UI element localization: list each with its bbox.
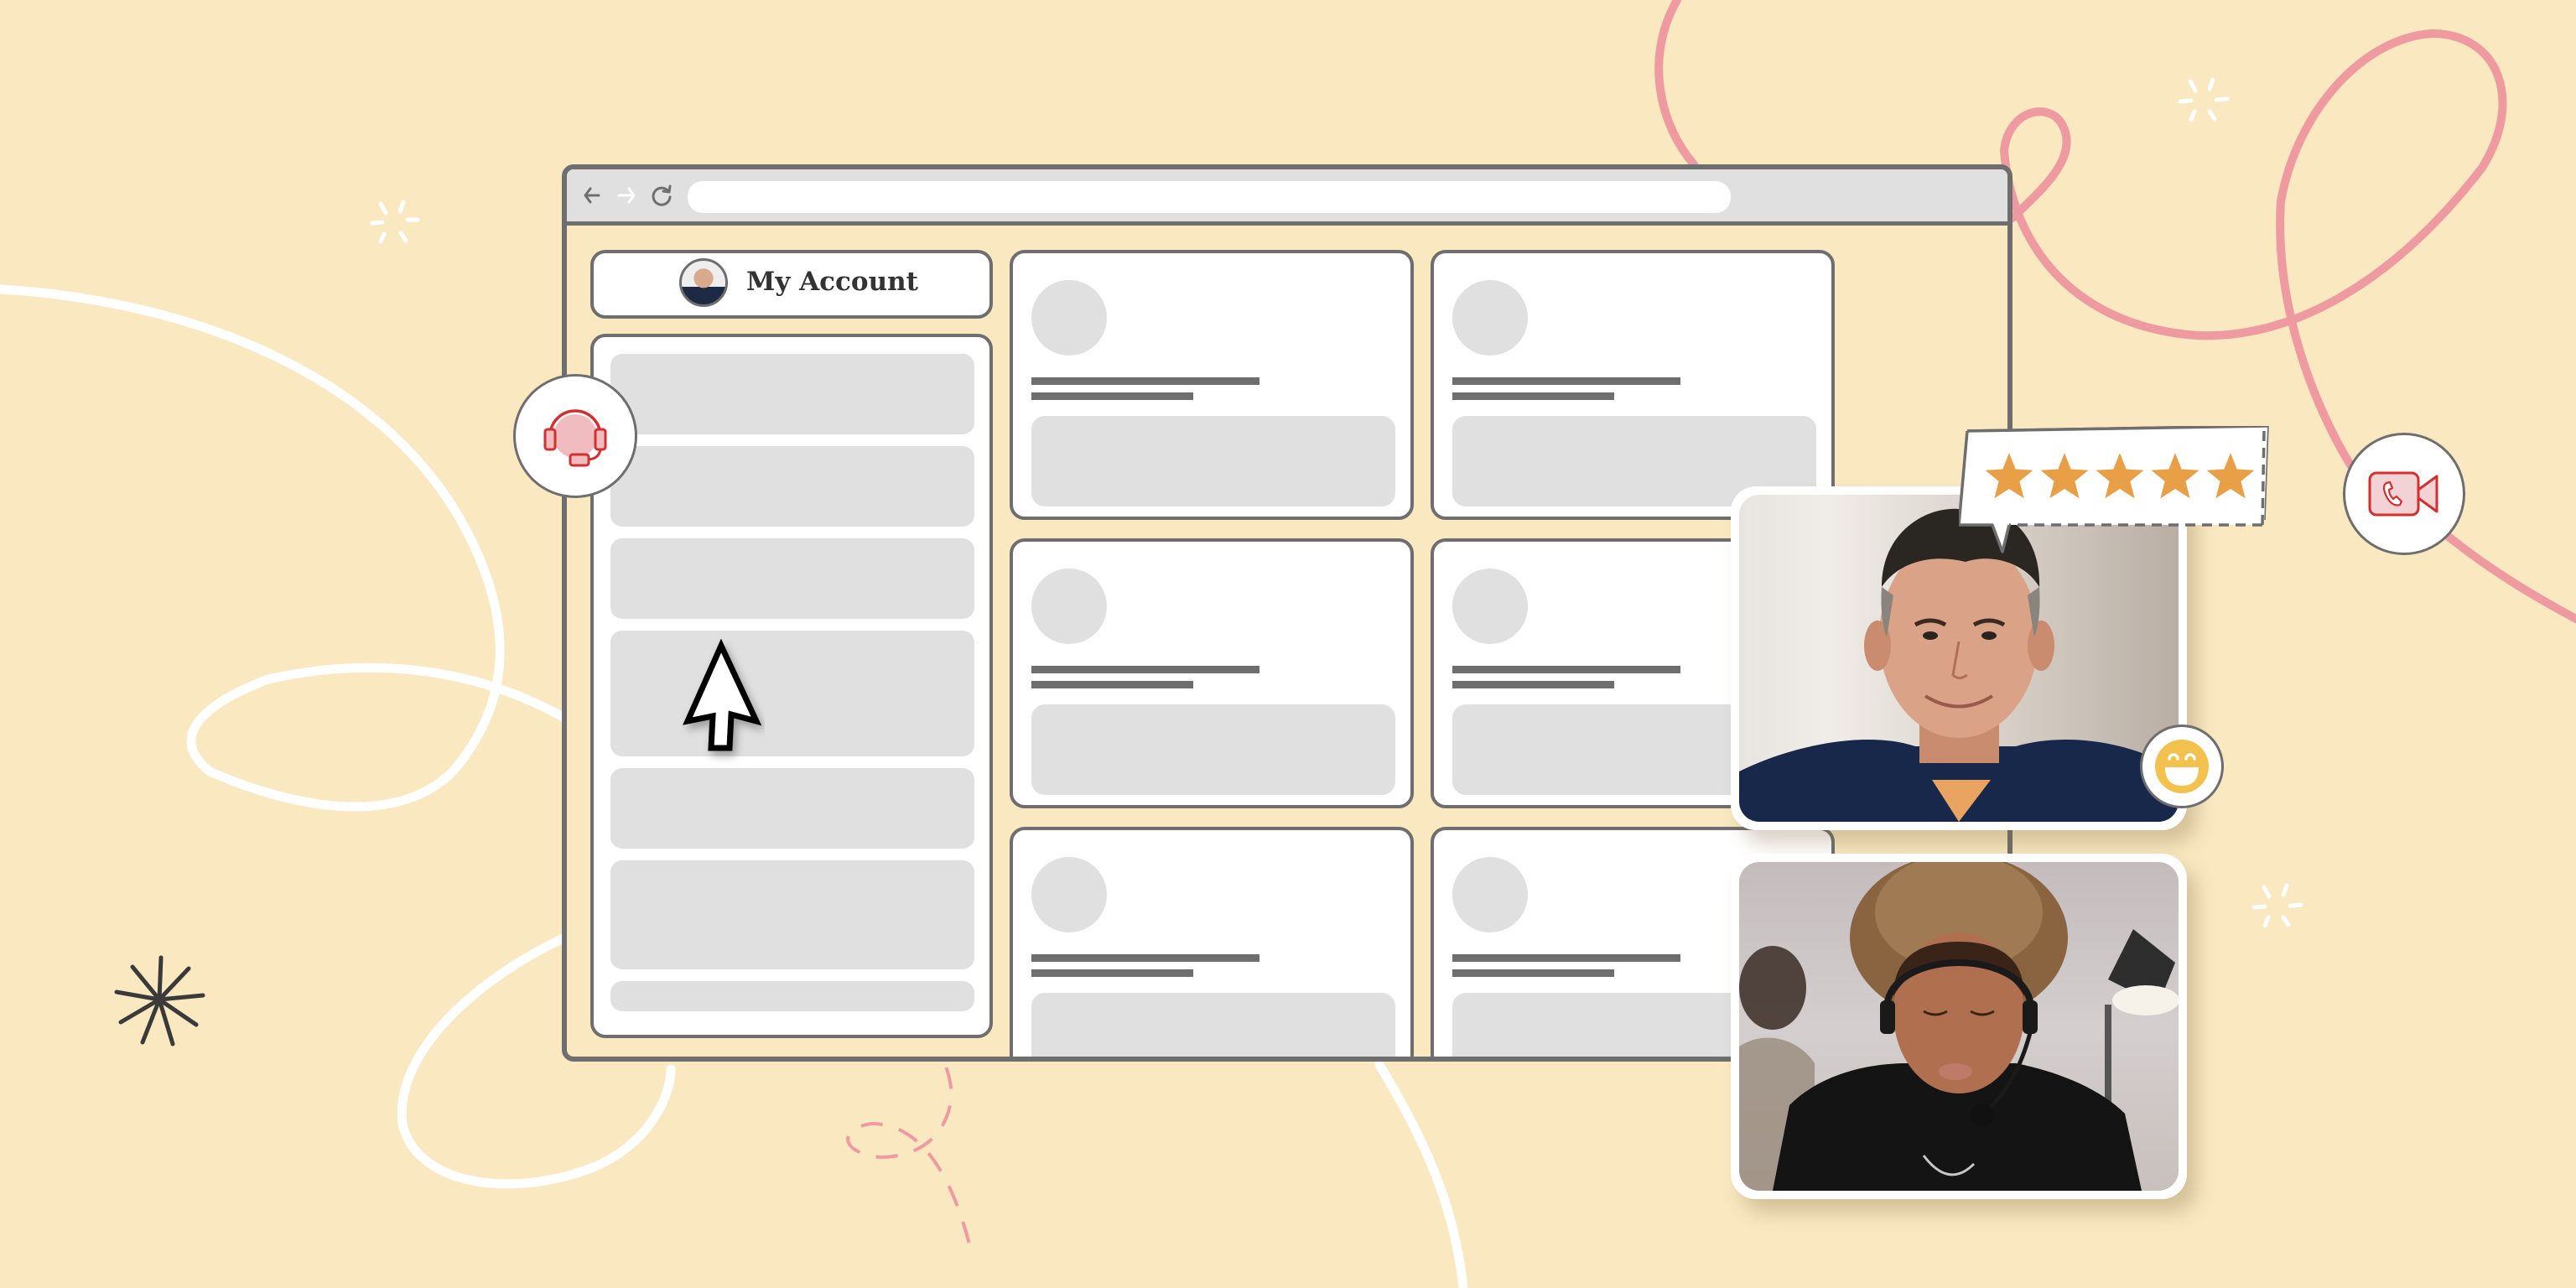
content-card[interactable]	[1431, 250, 1835, 520]
grinning-face-icon	[2155, 740, 2209, 793]
card-content-placeholder	[1031, 993, 1395, 1057]
card-avatar-placeholder	[1452, 280, 1528, 356]
card-subtitle-placeholder	[1031, 681, 1193, 688]
user-avatar	[679, 258, 728, 307]
sidebar-item[interactable]	[610, 631, 974, 756]
content-card[interactable]	[1010, 827, 1414, 1057]
sidebar-item[interactable]	[610, 354, 974, 434]
sidebar-panel	[590, 334, 993, 1038]
video-call-icon	[2368, 471, 2438, 517]
content-card[interactable]	[1010, 538, 1414, 808]
mouse-cursor-icon	[683, 639, 762, 751]
card-title-placeholder	[1031, 954, 1259, 962]
forward-button[interactable]	[612, 181, 641, 210]
card-title-placeholder	[1031, 666, 1259, 673]
sparkle-icon	[2251, 883, 2303, 928]
asterisk-icon	[114, 955, 205, 1046]
sparkle-icon	[2178, 77, 2230, 122]
card-subtitle-placeholder	[1452, 392, 1614, 400]
card-avatar-placeholder	[1452, 857, 1528, 932]
sidebar-item[interactable]	[610, 860, 974, 969]
url-bar[interactable]	[688, 181, 1731, 213]
card-avatar-placeholder	[1452, 569, 1528, 644]
sidebar-item[interactable]	[610, 446, 974, 527]
video-call-button[interactable]	[2343, 433, 2465, 555]
card-avatar-placeholder	[1031, 569, 1107, 644]
pink-loop-small	[1999, 29, 2507, 491]
sidebar-item[interactable]	[610, 768, 974, 849]
pink-swirl-tail	[2444, 532, 2576, 623]
sidebar-item[interactable]	[610, 538, 974, 619]
white-swirl-bottom	[1374, 1060, 1468, 1288]
rating-bubble	[1959, 426, 2269, 553]
card-subtitle-placeholder	[1452, 681, 1614, 688]
card-avatar-placeholder	[1031, 857, 1107, 932]
content-card[interactable]	[1010, 250, 1414, 520]
card-subtitle-placeholder	[1452, 969, 1614, 977]
card-title-placeholder	[1452, 954, 1680, 962]
browser-toolbar	[567, 169, 2007, 226]
card-subtitle-placeholder	[1031, 969, 1193, 977]
sparkle-icon	[370, 200, 420, 244]
video-tile-agent	[1731, 854, 2187, 1199]
arrow-left-icon	[584, 187, 600, 204]
arrow-right-icon	[617, 187, 636, 204]
white-swirl-line	[0, 284, 575, 812]
headset-icon	[543, 409, 607, 467]
pink-swirl-line	[1654, 0, 1698, 169]
card-title-placeholder	[1452, 666, 1680, 673]
my-account-button[interactable]: My Account	[590, 250, 993, 319]
reload-icon	[652, 184, 672, 206]
card-avatar-placeholder	[1031, 280, 1107, 356]
card-title-placeholder	[1031, 377, 1259, 385]
back-button[interactable]	[579, 181, 607, 210]
card-subtitle-placeholder	[1031, 392, 1193, 400]
reload-button[interactable]	[647, 181, 676, 210]
sidebar-item[interactable]	[610, 981, 974, 1011]
card-content-placeholder	[1031, 704, 1395, 795]
support-button[interactable]	[513, 374, 637, 498]
emoji-reaction-button[interactable]	[2140, 724, 2224, 808]
my-account-label: My Account	[746, 267, 918, 297]
card-content-placeholder	[1031, 416, 1395, 506]
agent-photo	[1739, 862, 2179, 1191]
card-title-placeholder	[1452, 377, 1680, 385]
